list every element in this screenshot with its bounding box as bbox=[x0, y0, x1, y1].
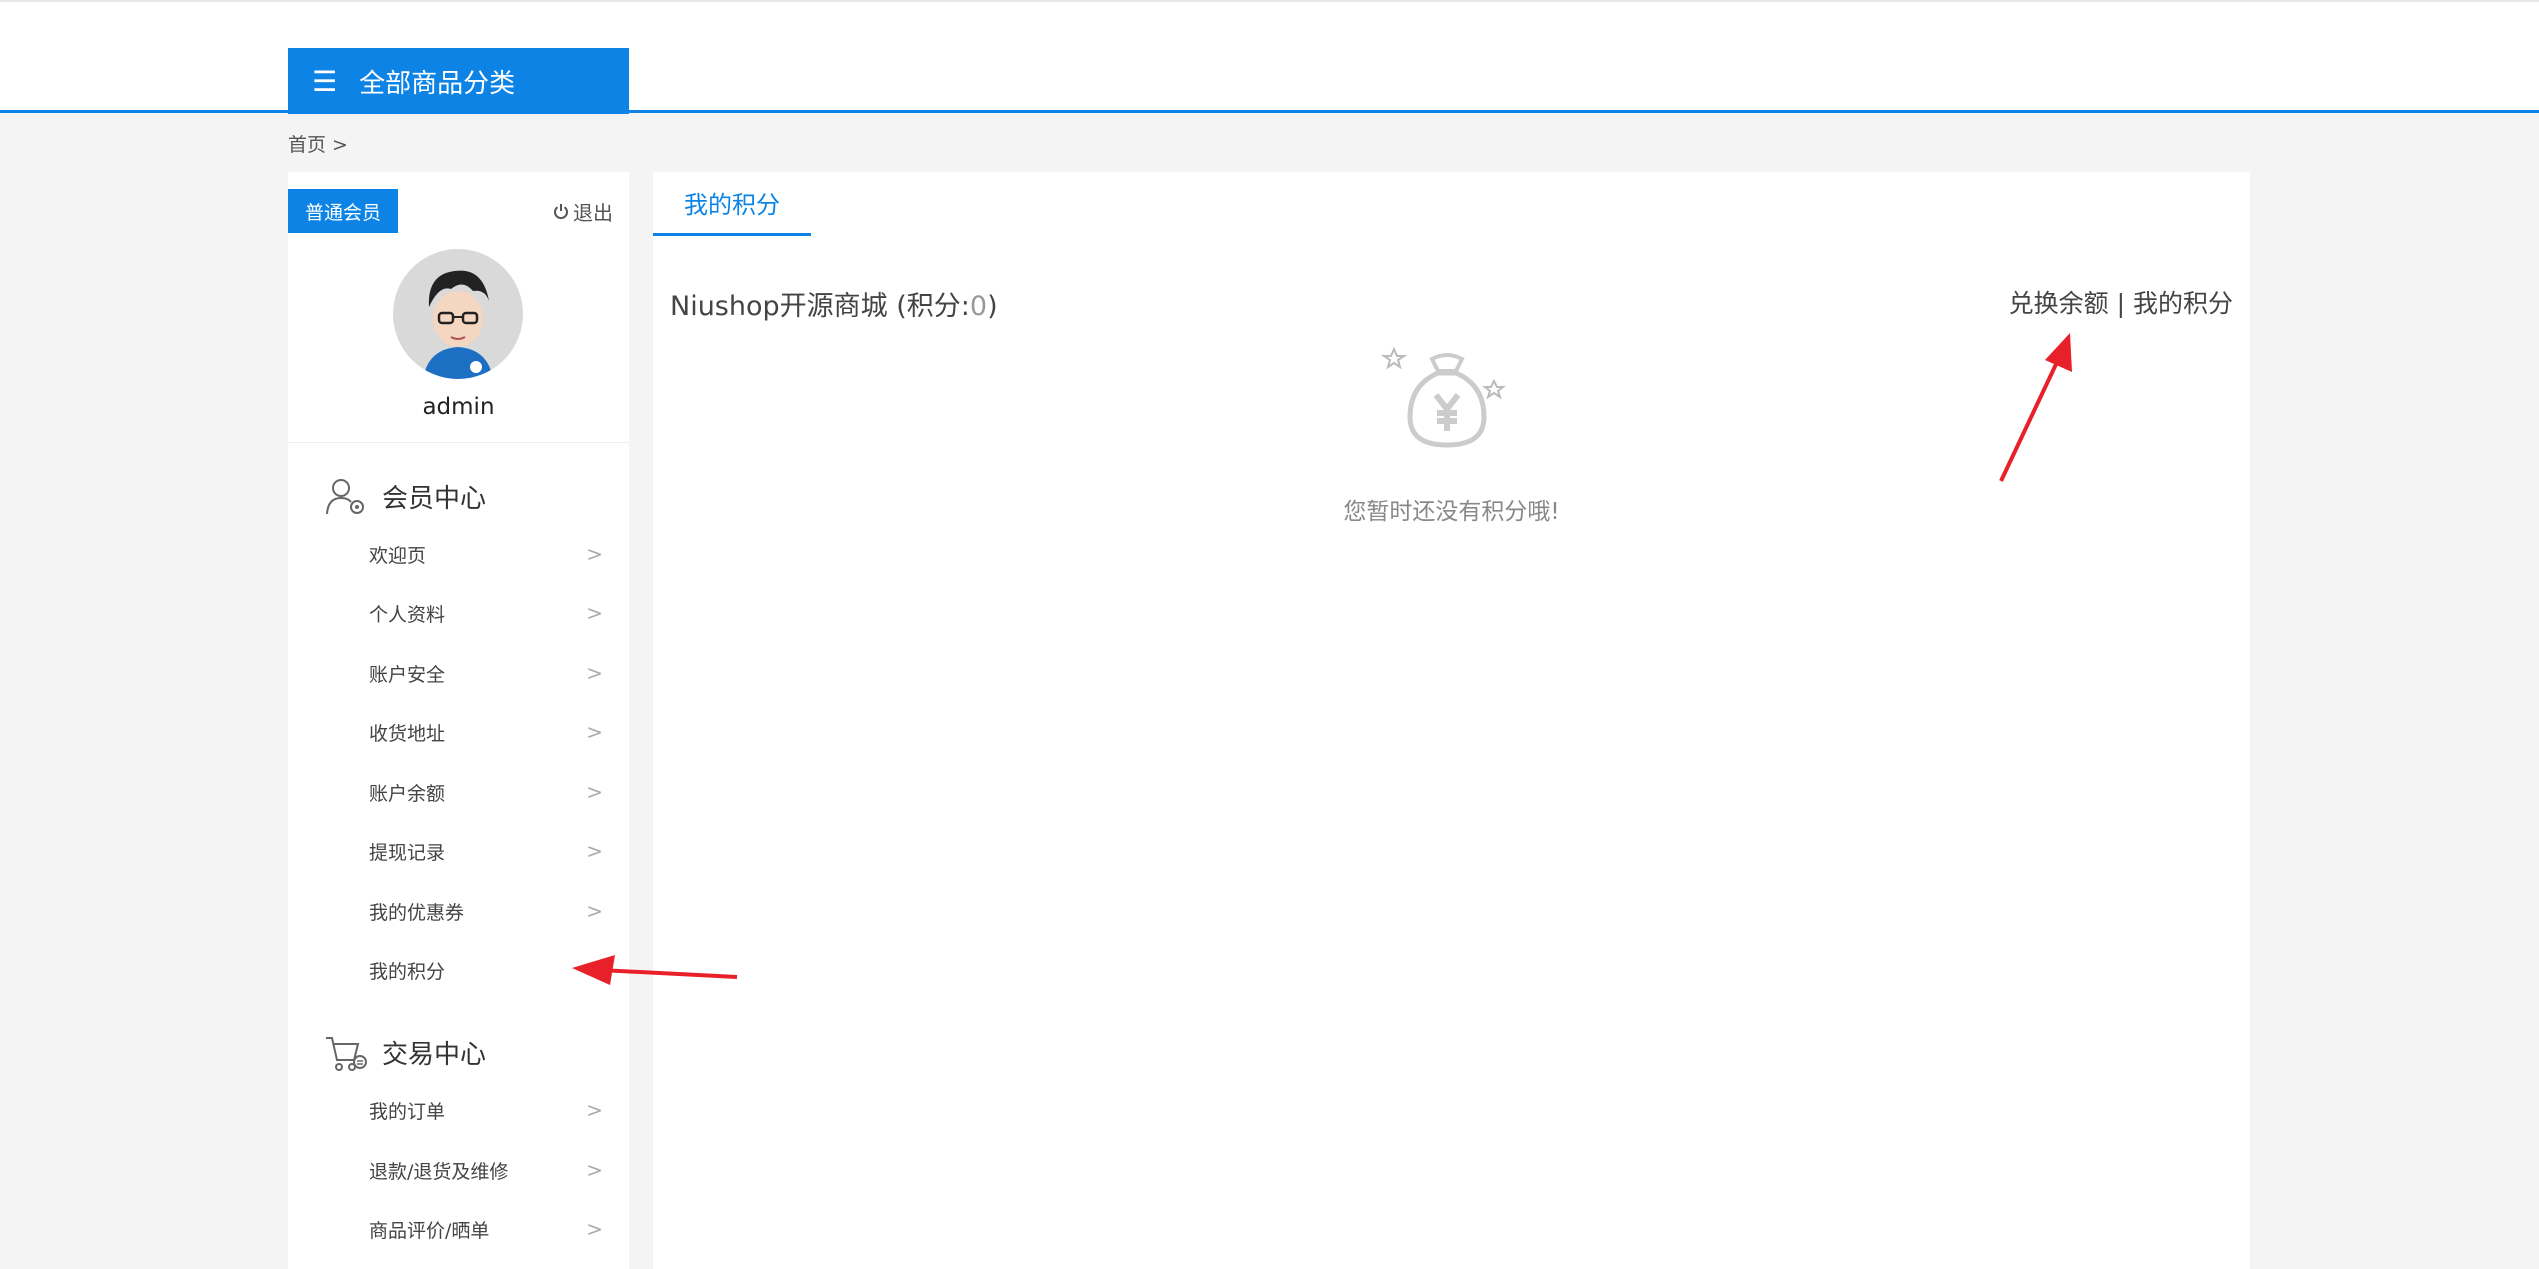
chevron-right-icon: > bbox=[586, 601, 603, 625]
sidebar-item-reviews[interactable]: 商品评价/晒单 > bbox=[369, 1209, 609, 1249]
main-panel: 我的积分 Niushop开源商城 (积分:0) 兑换余额 | 我的积分 您暂时还… bbox=[653, 172, 2250, 1269]
member-center-icon bbox=[326, 479, 364, 515]
sidebar-item-label: 我的优惠券 bbox=[369, 901, 465, 924]
sidebar-item-label: 提现记录 bbox=[369, 841, 446, 864]
power-icon bbox=[554, 203, 568, 219]
sidebar-item-coupons[interactable]: 我的优惠券 > bbox=[369, 891, 609, 931]
my-points-link[interactable]: 我的积分 bbox=[2133, 289, 2233, 318]
cart-icon bbox=[326, 1037, 367, 1071]
sidebar-item-balance[interactable]: 账户余额 > bbox=[369, 772, 609, 812]
chevron-right-icon: > bbox=[586, 1217, 603, 1241]
exchange-balance-link[interactable]: 兑换余额 bbox=[2009, 289, 2109, 318]
sidebar-item-refunds[interactable]: 退款/退货及维修 > bbox=[369, 1150, 609, 1190]
breadcrumb[interactable]: 首页 > bbox=[288, 130, 348, 157]
shop-name: Niushop开源商城 bbox=[670, 291, 888, 322]
sidebar-item-label: 退款/退货及维修 bbox=[369, 1160, 509, 1183]
chevron-right-icon: > bbox=[586, 661, 603, 685]
all-categories-button[interactable]: ☰ 全部商品分类 bbox=[288, 48, 629, 114]
points-value: 0 bbox=[969, 291, 988, 322]
sidebar-item-welcome[interactable]: 欢迎页 > bbox=[369, 534, 609, 574]
points-suffix: ) bbox=[987, 291, 998, 322]
all-categories-label: 全部商品分类 bbox=[359, 68, 516, 99]
chevron-right-icon: > bbox=[586, 542, 603, 566]
section-title-label: 交易中心 bbox=[382, 1039, 487, 1070]
username: admin bbox=[422, 394, 495, 420]
sidebar-item-points[interactable]: 我的积分 bbox=[369, 950, 609, 990]
section-trade-center: 交易中心 bbox=[324, 1030, 486, 1074]
top-header: ☰ 全部商品分类 bbox=[0, 0, 2539, 114]
chevron-right-icon: > bbox=[586, 720, 603, 744]
sidebar-item-label: 欢迎页 bbox=[369, 544, 427, 567]
link-separator: | bbox=[2108, 289, 2133, 318]
sidebar-item-profile[interactable]: 个人资料 > bbox=[369, 593, 609, 633]
divider bbox=[288, 442, 629, 443]
section-member-center: 会员中心 bbox=[324, 474, 486, 518]
sidebar-item-label: 收货地址 bbox=[369, 722, 446, 745]
points-prefix: (积分: bbox=[887, 291, 970, 322]
tab-my-points[interactable]: 我的积分 bbox=[653, 172, 811, 236]
logout-button[interactable]: 退出 bbox=[553, 197, 613, 226]
chevron-right-icon: > bbox=[586, 899, 603, 923]
shop-points-line: Niushop开源商城 (积分:0) bbox=[670, 284, 998, 323]
sidebar-item-orders[interactable]: 我的订单 > bbox=[369, 1090, 609, 1130]
section-title-label: 会员中心 bbox=[382, 483, 487, 514]
empty-state-text: 您暂时还没有积分哦! bbox=[1343, 499, 1560, 525]
member-level-badge: 普通会员 bbox=[288, 189, 398, 233]
money-bag-icon bbox=[1380, 346, 1506, 448]
menu-icon: ☰ bbox=[312, 64, 338, 98]
chevron-right-icon: > bbox=[586, 780, 603, 804]
avatar[interactable] bbox=[393, 249, 523, 379]
sidebar: 普通会员 退出 admin 会员中心 欢迎页 > 个人资料 > 账户安全 > 收货地址… bbox=[288, 172, 629, 1269]
sidebar-item-label: 账户余额 bbox=[369, 782, 446, 805]
logout-label: 退出 bbox=[573, 201, 613, 225]
chevron-right-icon: > bbox=[586, 1158, 603, 1182]
sidebar-item-label: 我的订单 bbox=[369, 1100, 446, 1123]
sidebar-item-withdrawals[interactable]: 提现记录 > bbox=[369, 831, 609, 871]
sidebar-item-address[interactable]: 收货地址 > bbox=[369, 712, 609, 752]
avatar-cartoon-icon bbox=[393, 249, 523, 379]
chevron-right-icon: > bbox=[586, 1098, 603, 1122]
chevron-right-icon: > bbox=[586, 839, 603, 863]
sidebar-item-security[interactable]: 账户安全 > bbox=[369, 653, 609, 693]
sidebar-item-label: 账户安全 bbox=[369, 663, 446, 686]
sidebar-item-label: 商品评价/晒单 bbox=[369, 1219, 490, 1242]
points-links: 兑换余额 | 我的积分 bbox=[2009, 284, 2233, 320]
sidebar-item-label: 我的积分 bbox=[369, 960, 446, 983]
sidebar-item-label: 个人资料 bbox=[369, 603, 446, 626]
